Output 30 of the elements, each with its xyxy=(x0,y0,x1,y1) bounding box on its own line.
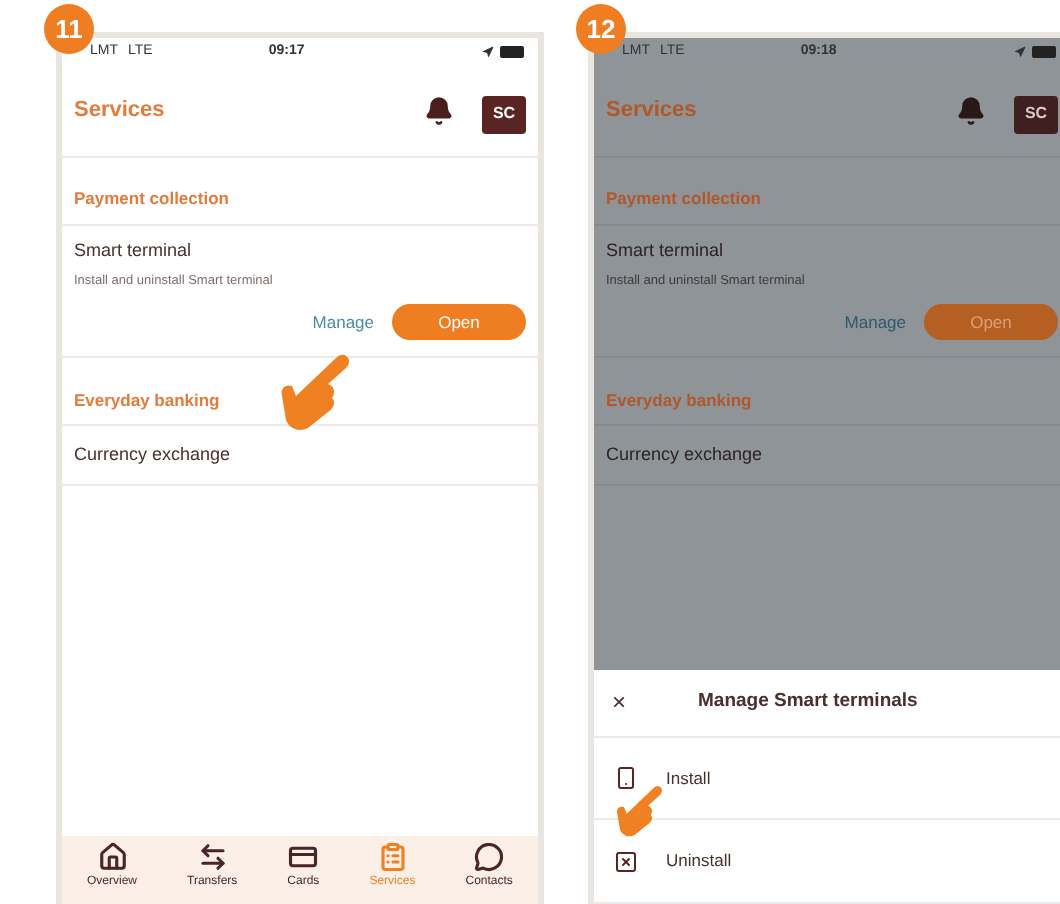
service-title[interactable]: Smart terminal xyxy=(606,238,1058,265)
phone-icon xyxy=(614,766,638,791)
arrows-icon xyxy=(197,842,228,872)
card-icon xyxy=(288,842,319,872)
profile-badge[interactable]: SC xyxy=(482,95,526,133)
section-heading: Everyday banking xyxy=(74,387,220,413)
clipboard-icon xyxy=(377,842,408,872)
home-icon xyxy=(97,842,127,872)
step-number: 11 xyxy=(44,4,94,54)
battery-icon xyxy=(500,46,526,58)
page-title: Services xyxy=(74,96,165,127)
service-title[interactable]: Smart terminal xyxy=(74,238,526,265)
step-number: 12 xyxy=(576,4,626,54)
x-box-icon xyxy=(614,849,638,874)
service-title[interactable]: Currency exchange xyxy=(606,442,1058,469)
bell-icon[interactable] xyxy=(956,96,986,126)
service-title[interactable]: Currency exchange xyxy=(74,442,526,469)
section-heading: Payment collection xyxy=(74,186,229,212)
chat-icon xyxy=(474,842,505,872)
section-heading: Payment collection xyxy=(606,186,761,212)
sheet-title: Manage Smart terminals xyxy=(698,688,918,717)
section-heading: Everyday banking xyxy=(606,387,752,413)
close-button[interactable]: × xyxy=(612,690,627,715)
page-title: Services xyxy=(606,96,697,127)
profile-badge[interactable]: SC xyxy=(1014,95,1058,133)
location-icon xyxy=(482,46,494,58)
manage-link[interactable]: Manage xyxy=(312,309,374,336)
bell-icon[interactable] xyxy=(424,96,454,126)
battery-icon xyxy=(1032,46,1058,58)
location-icon xyxy=(1014,46,1026,58)
